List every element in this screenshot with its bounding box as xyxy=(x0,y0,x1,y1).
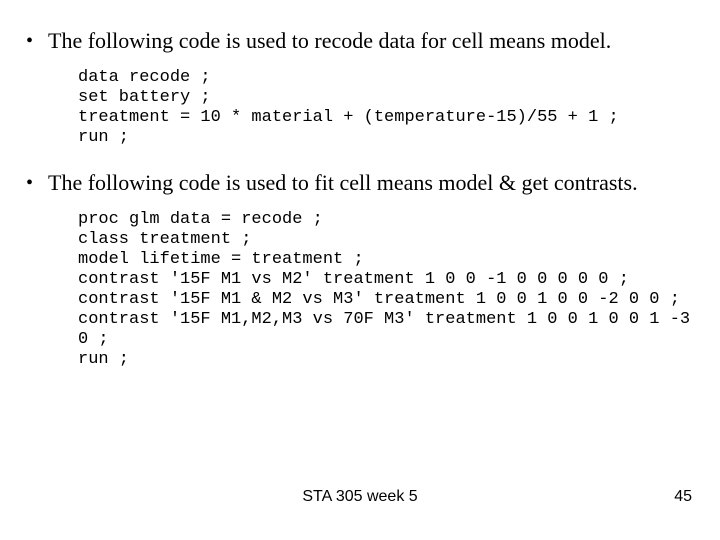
bullet-text: The following code is used to fit cell m… xyxy=(48,170,700,196)
bullet-text: The following code is used to recode dat… xyxy=(48,28,700,54)
code-block: proc glm data = recode ; class treatment… xyxy=(78,210,700,370)
page-number: 45 xyxy=(674,488,692,506)
bullet-list: The following code is used to recode dat… xyxy=(20,28,700,370)
footer-center: STA 305 week 5 xyxy=(0,488,720,506)
slide: The following code is used to recode dat… xyxy=(0,0,720,540)
code-block: data recode ; set battery ; treatment = … xyxy=(78,68,700,148)
bullet-item: The following code is used to fit cell m… xyxy=(20,170,700,370)
bullet-item: The following code is used to recode dat… xyxy=(20,28,700,148)
